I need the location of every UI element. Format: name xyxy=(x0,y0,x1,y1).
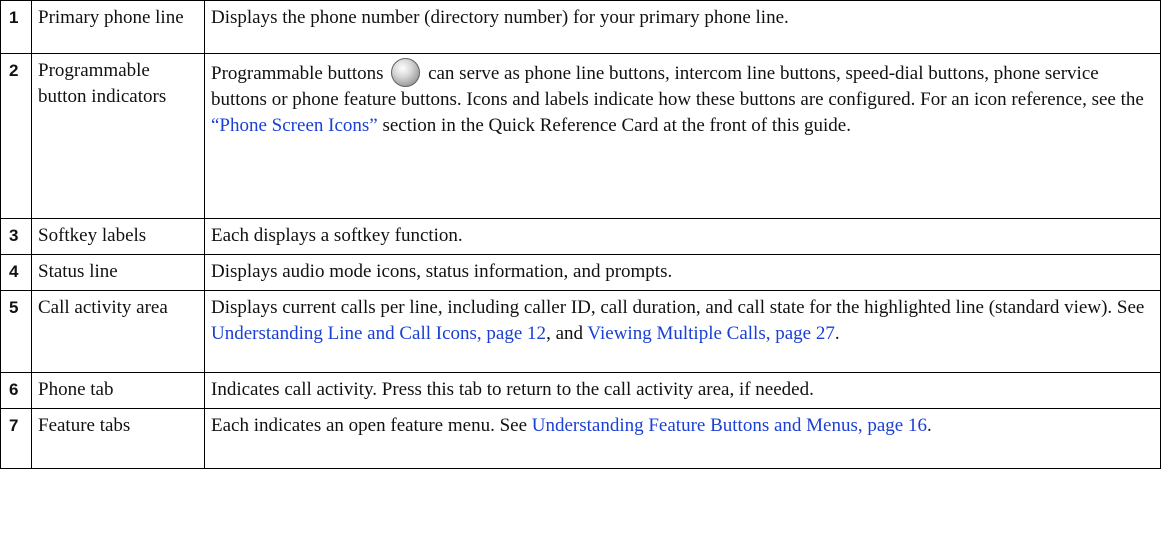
description-text: , and xyxy=(546,323,583,344)
table-row: 7 Feature tabs Each indicates an open fe… xyxy=(0,408,1161,469)
viewing-multiple-calls-link[interactable]: Viewing Multiple Calls, page 27 xyxy=(587,323,834,344)
page: 1 Primary phone line Displays the phone … xyxy=(0,0,1162,551)
row-label: Primary phone line xyxy=(31,0,205,54)
table-row: 4 Status line Displays audio mode icons,… xyxy=(0,254,1161,291)
row-label: Feature tabs xyxy=(31,408,205,469)
description-text: Displays current calls per line, includi… xyxy=(211,297,1145,318)
description-text: Programmable buttons xyxy=(211,63,384,84)
row-label: Call activity area xyxy=(31,290,205,373)
description-text: Each indicates an open feature menu. See xyxy=(211,415,527,436)
description-text: . xyxy=(834,323,840,344)
phone-screen-icons-link[interactable]: “Phone Screen Icons” xyxy=(211,115,378,136)
table-row: 1 Primary phone line Displays the phone … xyxy=(0,0,1161,54)
reference-table: 1 Primary phone line Displays the phone … xyxy=(0,0,1161,469)
feature-buttons-and-menus-link[interactable]: Understanding Feature Buttons and Menus,… xyxy=(532,415,927,436)
row-description: Each indicates an open feature menu. See… xyxy=(204,408,1161,469)
description-text: section in the Quick Reference Card at t… xyxy=(382,115,851,136)
row-number: 4 xyxy=(0,254,32,291)
table-row: 3 Softkey labels Each displays a softkey… xyxy=(0,218,1161,255)
row-description: Displays the phone number (directory num… xyxy=(204,0,1161,54)
row-number: 7 xyxy=(0,408,32,469)
table-row: 2 Programmable button indicators Program… xyxy=(0,53,1161,219)
line-and-call-icons-link[interactable]: Understanding Line and Call Icons, page … xyxy=(211,323,546,344)
row-number: 1 xyxy=(0,0,32,54)
row-description: Displays audio mode icons, status inform… xyxy=(204,254,1161,291)
row-label: Softkey labels xyxy=(31,218,205,255)
table-row: 5 Call activity area Displays current ca… xyxy=(0,290,1161,373)
row-description: Indicates call activity. Press this tab … xyxy=(204,372,1161,409)
row-number: 6 xyxy=(0,372,32,409)
row-number: 3 xyxy=(0,218,32,255)
row-label: Phone tab xyxy=(31,372,205,409)
programmable-button-icon xyxy=(391,58,421,87)
row-number: 2 xyxy=(0,53,32,219)
row-description: Programmable buttons can serve as phone … xyxy=(204,53,1161,219)
description-text: . xyxy=(926,415,932,436)
row-label: Programmable button indicators xyxy=(31,53,205,219)
row-description: Each displays a softkey function. xyxy=(204,218,1161,255)
row-label: Status line xyxy=(31,254,205,291)
row-description: Displays current calls per line, includi… xyxy=(204,290,1161,373)
table-row: 6 Phone tab Indicates call activity. Pre… xyxy=(0,372,1161,409)
row-number: 5 xyxy=(0,290,32,373)
